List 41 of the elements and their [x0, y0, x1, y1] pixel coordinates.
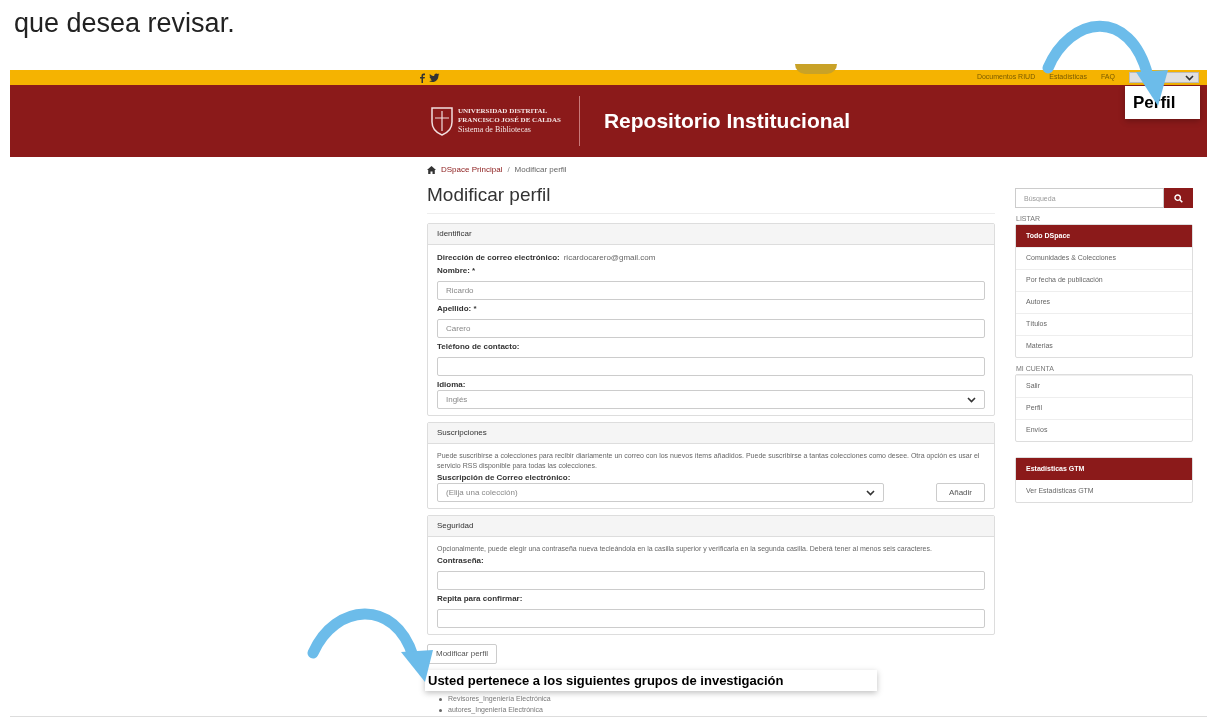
site-title: Repositorio Institucional: [603, 108, 851, 135]
home-icon: [427, 166, 436, 174]
breadcrumb-separator: /: [507, 164, 510, 176]
bullet-icon: [439, 698, 442, 701]
callout-label: Perfil: [1125, 86, 1200, 119]
bullet-icon: [439, 709, 442, 712]
field-label: Suscripción de Correo electrónico:: [437, 472, 572, 483]
page-title: Modificar perfil: [427, 183, 995, 214]
breadcrumb-link[interactable]: DSpace Principal: [441, 164, 503, 176]
logo-text: Sistema de Bibliotecas: [458, 125, 532, 135]
field-label: Nombre: *: [437, 265, 477, 276]
facebook-icon: [418, 72, 426, 83]
twitter-icon: [429, 72, 440, 83]
chevron-down-icon: [865, 489, 875, 496]
callout-label: Usted pertenece a los siguientes grupos de investigación: [425, 670, 877, 691]
input-field[interactable]: [437, 571, 985, 590]
field-label: Idioma:: [437, 379, 467, 390]
select-field[interactable]: Inglés: [437, 390, 985, 409]
search-icon: [1174, 193, 1183, 203]
crest-icon: [430, 105, 454, 137]
panel-heading: Identificar: [428, 224, 994, 245]
select-field[interactable]: (Elija una colección): [437, 483, 884, 502]
document-text: que desea revisar.: [14, 7, 235, 40]
panel-heading: Seguridad: [428, 516, 994, 537]
field-label: Apellido: *: [437, 303, 478, 314]
field-label: Contraseña:: [437, 555, 485, 566]
input-field[interactable]: Carero: [437, 319, 985, 338]
breadcrumb-current: Modificar perfil: [514, 164, 567, 176]
panel-heading: Suscripciones: [428, 423, 994, 444]
input-field[interactable]: Ricardo: [437, 281, 985, 300]
field-label: Teléfono de contacto:: [437, 341, 521, 352]
chevron-down-icon: [1185, 74, 1194, 81]
add-button[interactable]: Añadir: [935, 483, 985, 502]
email-value: ricardocarero@gmail.com: [563, 252, 656, 263]
chevron-down-icon: [967, 396, 976, 403]
field-label: Dirección de correo electrónico:: [437, 252, 560, 263]
input-field[interactable]: [437, 609, 985, 628]
input-field[interactable]: [437, 357, 985, 376]
submit-button[interactable]: Modificar perfil: [427, 644, 497, 664]
search-button[interactable]: [1164, 188, 1193, 208]
field-label: Repita para confirmar:: [437, 593, 524, 604]
